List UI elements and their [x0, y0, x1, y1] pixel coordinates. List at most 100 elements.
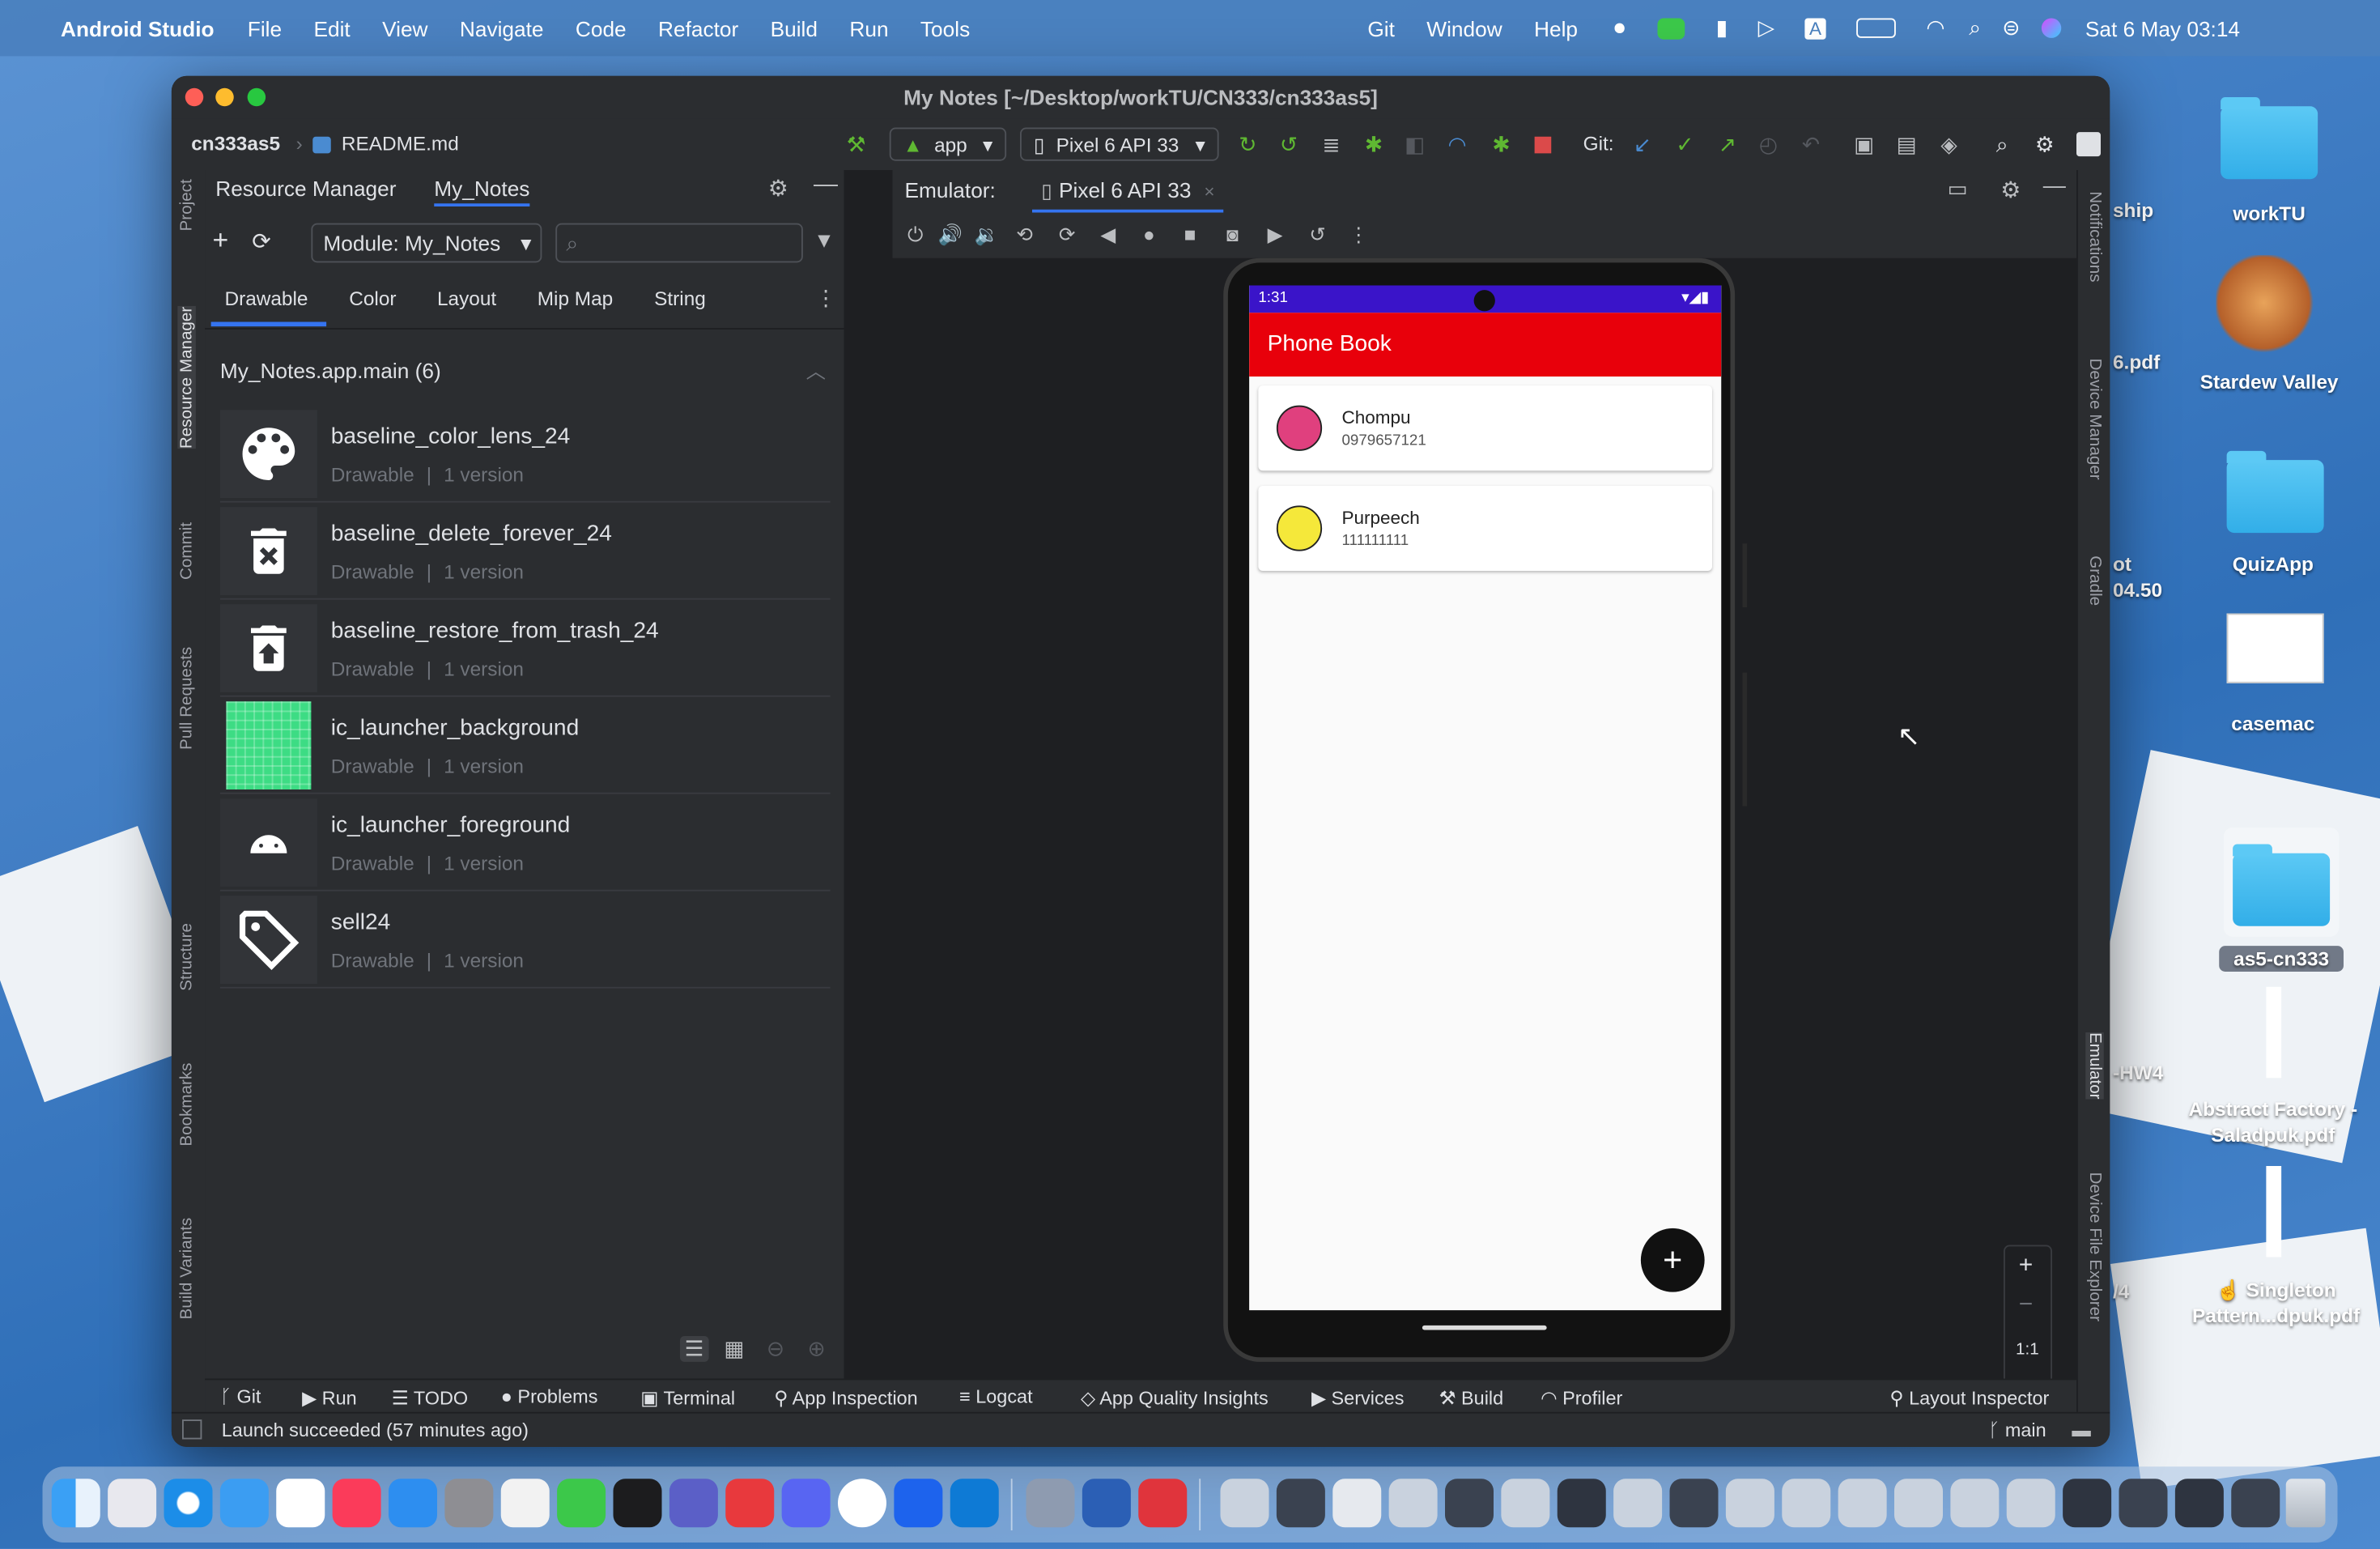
- search-icon[interactable]: ⌕: [1969, 15, 1981, 41]
- overview-icon[interactable]: ■: [1176, 222, 1204, 249]
- desktop-icon-label[interactable]: ☝️ Singleton Pattern...dpuk.pdf: [2174, 1277, 2378, 1329]
- partial-desktop-label[interactable]: /4: [2113, 1279, 2129, 1304]
- tool-window-structure[interactable]: Structure: [177, 923, 196, 991]
- zoom-actual-size[interactable]: 1:1: [2016, 1341, 2039, 1360]
- device-screen[interactable]: 1:31 ▾◢▮ Phone Book Chompu 0979657121 Pu…: [1249, 285, 1722, 1311]
- tab-mip-map[interactable]: Mip Map: [538, 287, 613, 309]
- pdf-file-icon[interactable]: [2266, 986, 2282, 1079]
- git-commit-icon[interactable]: ✓: [1671, 130, 1698, 158]
- tool-window-emulator[interactable]: Emulator: [2085, 1032, 2104, 1100]
- tool-git[interactable]: ᚴ Git: [220, 1386, 261, 1407]
- minimized-window-icon[interactable]: [1894, 1479, 1943, 1528]
- maximize-icon[interactable]: ▭: [1948, 177, 1968, 202]
- git-rollback-icon[interactable]: ↶: [1797, 130, 1825, 158]
- debug-icon[interactable]: ✱: [1360, 130, 1388, 158]
- resource-item[interactable]: ic_launcher_foreground Drawable | 1 versio…: [219, 796, 831, 892]
- teams-icon[interactable]: [669, 1479, 718, 1528]
- minimized-window-icon[interactable]: [2174, 1479, 2224, 1528]
- run-list-icon[interactable]: ≣: [1318, 130, 1345, 158]
- folder-icon[interactable]: [2221, 97, 2318, 180]
- gesture-nav-bar[interactable]: [1422, 1325, 1547, 1330]
- minimized-window-icon[interactable]: [1501, 1479, 1550, 1528]
- tool-window-commit[interactable]: Commit: [177, 522, 196, 580]
- tool-run[interactable]: ▶ Run: [302, 1386, 357, 1409]
- app-store-icon[interactable]: [389, 1479, 437, 1528]
- apply-changes-icon[interactable]: ↻: [1234, 130, 1261, 158]
- airmail-icon[interactable]: [725, 1479, 775, 1528]
- trash-icon[interactable]: [2285, 1479, 2326, 1528]
- minimized-window-icon[interactable]: [1276, 1479, 1325, 1528]
- minimized-window-icon[interactable]: [1445, 1479, 1494, 1528]
- tab-my-notes[interactable]: My_Notes: [434, 177, 530, 206]
- launchpad-icon[interactable]: [108, 1479, 157, 1528]
- mail-icon[interactable]: [219, 1479, 269, 1528]
- minimized-window-icon[interactable]: [1669, 1479, 1719, 1528]
- tool-profiler[interactable]: ◠ Profiler: [1541, 1386, 1622, 1409]
- module-dropdown[interactable]: Module: My_Notes ▾: [311, 223, 542, 263]
- minimized-window-icon[interactable]: [1782, 1479, 1831, 1528]
- zoom-in-icon[interactable]: +: [2019, 1253, 2034, 1280]
- menu-view[interactable]: View: [382, 16, 427, 40]
- snapshot-icon[interactable]: ↺: [1304, 222, 1332, 249]
- minimized-window-icon[interactable]: [1950, 1479, 2000, 1528]
- coverage-icon[interactable]: ◧: [1401, 130, 1429, 158]
- tool-build[interactable]: ⚒ Build: [1439, 1386, 1504, 1409]
- menu-build[interactable]: Build: [771, 16, 818, 40]
- siri-icon[interactable]: [2041, 18, 2061, 38]
- volume-up-icon[interactable]: 🔊: [937, 222, 964, 249]
- notes-icon[interactable]: [500, 1479, 550, 1528]
- settings-gear-icon[interactable]: ⚙: [2031, 130, 2059, 158]
- tool-problems[interactable]: ● Problems: [501, 1386, 598, 1407]
- resource-item[interactable]: sell24 Drawable | 1 version: [219, 893, 831, 989]
- resource-item[interactable]: ic_launcher_background Drawable | 1 versio…: [219, 699, 831, 794]
- partial-desktop-label[interactable]: -HW4: [2113, 1060, 2163, 1086]
- grid-view-icon[interactable]: ▦: [724, 1336, 744, 1362]
- menu-run[interactable]: Run: [849, 16, 888, 40]
- partial-desktop-label[interactable]: ot: [2113, 551, 2131, 577]
- minimized-window-icon[interactable]: [1838, 1479, 1887, 1528]
- git-push-icon[interactable]: ↗: [1714, 130, 1741, 158]
- rotate-right-icon[interactable]: ⟳: [1053, 222, 1081, 249]
- play-icon[interactable]: ▷: [1758, 15, 1774, 41]
- tool-app-quality-insights[interactable]: ◇ App Quality Insights: [1081, 1386, 1269, 1409]
- control-center-icon[interactable]: ⊜: [2002, 15, 2020, 41]
- screenshot-thumbnail-icon[interactable]: [2226, 613, 2324, 683]
- emulator-device-tab[interactable]: ▯ Pixel 6 API 33 ×: [1032, 170, 1224, 213]
- tool-layout-inspector[interactable]: ⚲ Layout Inspector: [1889, 1386, 2049, 1409]
- device-manager-icon[interactable]: ▣: [1851, 130, 1878, 158]
- contact-card[interactable]: Purpeech 111111111: [1258, 486, 1712, 571]
- system-settings-icon[interactable]: [444, 1479, 494, 1528]
- zoom-out-icon[interactable]: ⊖: [767, 1336, 784, 1362]
- docker-icon[interactable]: [894, 1479, 943, 1528]
- zoom-in-icon[interactable]: ⊕: [808, 1336, 826, 1362]
- menu-window[interactable]: Window: [1426, 16, 1502, 40]
- layout-inspector-icon[interactable]: ◈: [1936, 130, 1963, 158]
- rotate-left-icon[interactable]: ⟲: [1011, 222, 1039, 249]
- attach-debugger-icon[interactable]: ✱: [1488, 130, 1515, 158]
- line-icon[interactable]: [1658, 17, 1686, 39]
- resource-item[interactable]: baseline_delete_forever_24 Drawable | 1 ve…: [219, 504, 831, 600]
- breadcrumb-project[interactable]: cn333as5: [191, 132, 280, 155]
- zoom-out-icon[interactable]: −: [2019, 1292, 2034, 1320]
- screenshot-camera-icon[interactable]: ◙: [1219, 222, 1247, 249]
- desktop-icon-label[interactable]: Abstract Factory - Saladpuk.pdf: [2170, 1096, 2375, 1148]
- settings-gear-icon[interactable]: ⚙: [2000, 177, 2021, 203]
- desktop-icon-label[interactable]: as5-cn333: [2219, 946, 2344, 972]
- build-hammer-icon[interactable]: ⚒: [843, 130, 870, 158]
- close-window-button[interactable]: [185, 87, 204, 107]
- partial-desktop-label[interactable]: 6.pdf: [2113, 349, 2160, 375]
- minimize-panel-icon[interactable]: —: [2043, 173, 2066, 199]
- desktop-icon-label[interactable]: workTU: [2186, 201, 2352, 227]
- power-icon[interactable]: ⏻: [902, 222, 929, 249]
- acrobat-icon[interactable]: [1138, 1479, 1188, 1528]
- line-icon[interactable]: [557, 1479, 606, 1528]
- resource-item[interactable]: baseline_restore_from_trash_24 Drawable |…: [219, 602, 831, 697]
- tab-string[interactable]: String: [654, 287, 706, 309]
- profile-icon[interactable]: ◠: [1443, 130, 1471, 158]
- apply-code-changes-icon[interactable]: ↺: [1275, 130, 1303, 158]
- battery-icon[interactable]: [1856, 18, 1896, 38]
- minimized-window-icon[interactable]: [1332, 1479, 1382, 1528]
- menu-tools[interactable]: Tools: [920, 16, 970, 40]
- search-icon[interactable]: ⌕: [1988, 130, 2016, 158]
- zoom-window-button[interactable]: [247, 87, 266, 107]
